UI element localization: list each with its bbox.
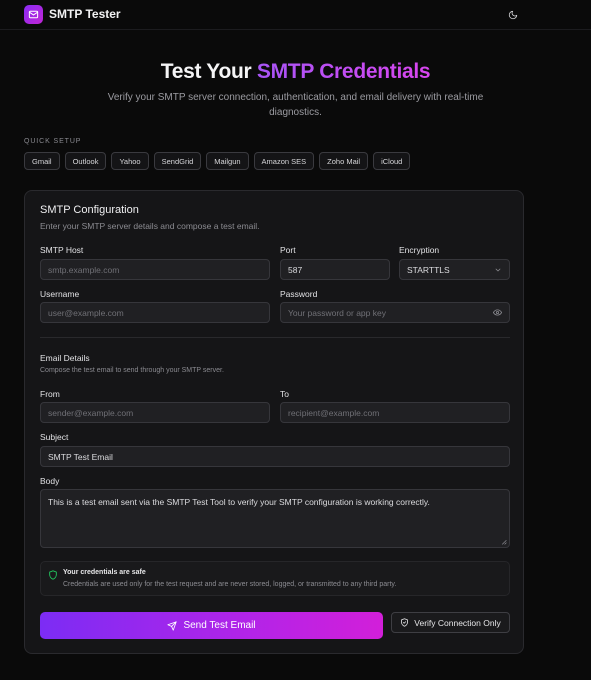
preset-yahoo-button[interactable]: Yahoo (111, 152, 149, 170)
body-label: Body (40, 476, 60, 486)
hero-subtitle: Verify your SMTP server connection, auth… (107, 92, 484, 118)
brand[interactable]: SMTP Tester (24, 4, 121, 24)
encryption-label: Encryption (399, 245, 440, 255)
preset-sendgrid-button[interactable]: SendGrid (153, 152, 202, 170)
verify-connection-button[interactable]: Verify Connection Only (391, 612, 510, 633)
send-icon (167, 620, 178, 631)
smtp-config-card: SMTP Configuration Enter your SMTP serve… (24, 190, 524, 654)
preset-zoho-mail-button[interactable]: Zoho Mail (319, 152, 369, 170)
top-navbar: SMTP Tester (0, 0, 591, 30)
to-input[interactable]: recipient@example.com (280, 402, 510, 423)
subject-label: Subject (40, 432, 69, 442)
send-button-label: Send Test Email (183, 620, 256, 631)
subject-input[interactable]: SMTP Test Email (40, 446, 510, 467)
email-section-description: Compose the test email to send through y… (40, 367, 224, 374)
preset-mailgun-button[interactable]: Mailgun (206, 152, 249, 170)
host-label: SMTP Host (40, 245, 84, 255)
password-label: Password (280, 289, 318, 299)
encryption-value: STARTTLS (407, 264, 450, 275)
port-input[interactable]: 587 (280, 259, 390, 280)
username-label: Username (40, 289, 80, 299)
send-test-email-button[interactable]: Send Test Email (40, 612, 383, 639)
verify-button-label: Verify Connection Only (414, 617, 501, 628)
encryption-select[interactable]: STARTTLS (399, 259, 510, 280)
port-label: Port (280, 245, 296, 255)
from-label: From (40, 389, 60, 399)
hero-title-plain: Test Your (160, 60, 257, 83)
notice-title: Your credentials are safe (63, 569, 146, 576)
body-text: This is a test email sent via the SMTP T… (48, 497, 430, 507)
eye-icon[interactable] (493, 308, 502, 317)
config-description: Enter your SMTP server details and compo… (40, 221, 260, 231)
theme-toggle-button[interactable] (504, 6, 522, 24)
preset-outlook-button[interactable]: Outlook (64, 152, 107, 170)
section-divider (40, 337, 510, 338)
config-title: SMTP Configuration (40, 204, 139, 216)
preset-gmail-button[interactable]: Gmail (24, 152, 60, 170)
moon-icon (508, 10, 518, 20)
shield-check-icon (401, 618, 409, 627)
body-textarea[interactable]: This is a test email sent via the SMTP T… (40, 489, 510, 548)
hero-title-accent: SMTP Credentials (256, 60, 431, 83)
password-placeholder: Your password or app key (288, 307, 386, 318)
resize-grip-icon[interactable] (501, 539, 507, 545)
shield-icon (49, 570, 57, 580)
hero-title: Test Your SMTP Credentials (0, 60, 591, 84)
username-input[interactable]: user@example.com (40, 302, 270, 323)
app-title: SMTP Tester (49, 7, 121, 21)
password-input[interactable]: Your password or app key (280, 302, 510, 323)
quick-setup-label: QUICK SETUP (24, 138, 82, 145)
chevron-down-icon (495, 268, 501, 271)
preset-icloud-button[interactable]: iCloud (373, 152, 411, 170)
mail-icon (24, 4, 43, 24)
preset-amazon-ses-button[interactable]: Amazon SES (253, 152, 315, 170)
notice-text: Credentials are used only for the test r… (63, 581, 397, 588)
to-label: To (280, 389, 289, 399)
host-input[interactable]: smtp.example.com (40, 259, 270, 280)
credentials-notice: Your credentials are safe Credentials ar… (40, 561, 510, 596)
from-input[interactable]: sender@example.com (40, 402, 270, 423)
email-section-title: Email Details (40, 353, 90, 363)
preset-list: Gmail Outlook Yahoo SendGrid Mailgun Ama… (24, 152, 411, 170)
